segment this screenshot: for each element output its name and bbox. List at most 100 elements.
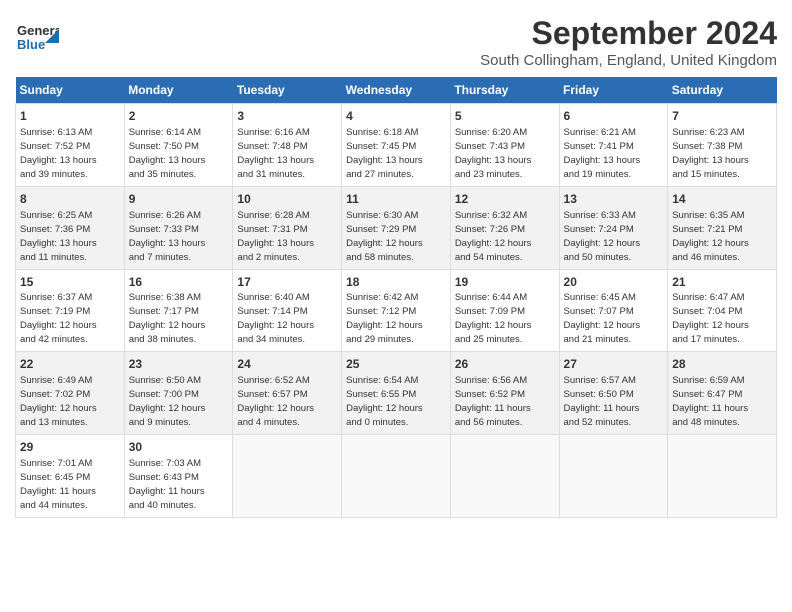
- table-row: 26Sunrise: 6:56 AM Sunset: 6:52 PM Dayli…: [450, 352, 559, 435]
- day-info: Sunrise: 6:30 AM Sunset: 7:29 PM Dayligh…: [346, 210, 423, 263]
- day-info: Sunrise: 6:37 AM Sunset: 7:19 PM Dayligh…: [20, 292, 97, 345]
- table-row: 1 Sunrise: 6:13 AM Sunset: 7:52 PM Daylig…: [16, 104, 125, 187]
- day-info: Sunrise: 6:42 AM Sunset: 7:12 PM Dayligh…: [346, 292, 423, 345]
- day-number: 6: [564, 108, 664, 125]
- day-header-monday: Monday: [124, 77, 233, 104]
- day-number: 11: [346, 191, 446, 208]
- calendar-table: SundayMondayTuesdayWednesdayThursdayFrid…: [15, 77, 777, 518]
- day-number: 8: [20, 191, 120, 208]
- title-area: September 2024 South Collingham, England…: [480, 15, 777, 69]
- table-row: 15Sunrise: 6:37 AM Sunset: 7:19 PM Dayli…: [16, 269, 125, 352]
- table-row: 20Sunrise: 6:45 AM Sunset: 7:07 PM Dayli…: [559, 269, 668, 352]
- logo: General Blue: [15, 15, 59, 59]
- day-info: Sunrise: 6:56 AM Sunset: 6:52 PM Dayligh…: [455, 375, 531, 428]
- day-number: 19: [455, 274, 555, 291]
- day-info: Sunrise: 6:26 AM Sunset: 7:33 PM Dayligh…: [129, 210, 206, 263]
- table-row: 21Sunrise: 6:47 AM Sunset: 7:04 PM Dayli…: [668, 269, 777, 352]
- day-info: Sunrise: 6:40 AM Sunset: 7:14 PM Dayligh…: [237, 292, 314, 345]
- table-row: 9 Sunrise: 6:26 AM Sunset: 7:33 PM Daylig…: [124, 186, 233, 269]
- table-row: 13 Sunrise: 6:33 AM Sunset: 7:24 PM Dayli…: [559, 186, 668, 269]
- table-row: 29 Sunrise: 7:01 AM Sunset: 6:45 PM Dayli…: [16, 435, 125, 518]
- day-number: 29: [20, 439, 120, 456]
- day-number: 12: [455, 191, 555, 208]
- day-info: Sunrise: 6:35 AM Sunset: 7:21 PM Dayligh…: [672, 210, 749, 263]
- day-info: Sunrise: 7:03 AM Sunset: 6:43 PM Dayligh…: [129, 458, 205, 511]
- table-row: [342, 435, 451, 518]
- day-header-tuesday: Tuesday: [233, 77, 342, 104]
- table-row: 4Sunrise: 6:18 AM Sunset: 7:45 PM Daylig…: [342, 104, 451, 187]
- day-number: 17: [237, 274, 337, 291]
- day-number: 18: [346, 274, 446, 291]
- table-row: 10 Sunrise: 6:28 AM Sunset: 7:31 PM Dayli…: [233, 186, 342, 269]
- day-number: 25: [346, 356, 446, 373]
- day-info: Sunrise: 6:49 AM Sunset: 7:02 PM Dayligh…: [20, 375, 97, 428]
- day-number: 2: [129, 108, 229, 125]
- day-info: Sunrise: 6:32 AM Sunset: 7:26 PM Dayligh…: [455, 210, 532, 263]
- day-number: 1: [20, 108, 120, 125]
- day-number: 13: [564, 191, 664, 208]
- table-row: 28 Sunrise: 6:59 AM Sunset: 6:47 PM Dayli…: [668, 352, 777, 435]
- day-header-wednesday: Wednesday: [342, 77, 451, 104]
- table-row: [233, 435, 342, 518]
- table-row: 8 Sunrise: 6:25 AM Sunset: 7:36 PM Daylig…: [16, 186, 125, 269]
- table-row: 12 Sunrise: 6:32 AM Sunset: 7:26 PM Dayli…: [450, 186, 559, 269]
- table-row: [559, 435, 668, 518]
- table-row: 18Sunrise: 6:42 AM Sunset: 7:12 PM Dayli…: [342, 269, 451, 352]
- table-row: 25Sunrise: 6:54 AM Sunset: 6:55 PM Dayli…: [342, 352, 451, 435]
- day-info: Sunrise: 6:33 AM Sunset: 7:24 PM Dayligh…: [564, 210, 641, 263]
- day-number: 7: [672, 108, 772, 125]
- table-row: [450, 435, 559, 518]
- day-info: Sunrise: 6:25 AM Sunset: 7:36 PM Dayligh…: [20, 210, 97, 263]
- day-info: Sunrise: 6:59 AM Sunset: 6:47 PM Dayligh…: [672, 375, 748, 428]
- logo-icon: General Blue: [15, 15, 59, 59]
- day-header-saturday: Saturday: [668, 77, 777, 104]
- day-info: Sunrise: 6:21 AM Sunset: 7:41 PM Dayligh…: [564, 127, 641, 180]
- day-header-friday: Friday: [559, 77, 668, 104]
- month-title: September 2024: [480, 15, 777, 52]
- day-info: Sunrise: 6:18 AM Sunset: 7:45 PM Dayligh…: [346, 127, 423, 180]
- day-number: 10: [237, 191, 337, 208]
- day-info: Sunrise: 6:44 AM Sunset: 7:09 PM Dayligh…: [455, 292, 532, 345]
- header: General Blue September 2024 South Collin…: [15, 15, 777, 69]
- day-header-thursday: Thursday: [450, 77, 559, 104]
- table-row: 16Sunrise: 6:38 AM Sunset: 7:17 PM Dayli…: [124, 269, 233, 352]
- days-header-row: SundayMondayTuesdayWednesdayThursdayFrid…: [16, 77, 777, 104]
- table-row: [668, 435, 777, 518]
- calendar-week-row: 15Sunrise: 6:37 AM Sunset: 7:19 PM Dayli…: [16, 269, 777, 352]
- table-row: 2Sunrise: 6:14 AM Sunset: 7:50 PM Daylig…: [124, 104, 233, 187]
- table-row: 6 Sunrise: 6:21 AM Sunset: 7:41 PM Daylig…: [559, 104, 668, 187]
- calendar-week-row: 29 Sunrise: 7:01 AM Sunset: 6:45 PM Dayli…: [16, 435, 777, 518]
- day-number: 24: [237, 356, 337, 373]
- day-number: 5: [455, 108, 555, 125]
- location-subtitle: South Collingham, England, United Kingdo…: [480, 52, 777, 69]
- day-number: 3: [237, 108, 337, 125]
- day-info: Sunrise: 6:50 AM Sunset: 7:00 PM Dayligh…: [129, 375, 206, 428]
- table-row: 17Sunrise: 6:40 AM Sunset: 7:14 PM Dayli…: [233, 269, 342, 352]
- day-number: 28: [672, 356, 772, 373]
- day-number: 22: [20, 356, 120, 373]
- calendar-week-row: 1 Sunrise: 6:13 AM Sunset: 7:52 PM Daylig…: [16, 104, 777, 187]
- calendar-week-row: 22 Sunrise: 6:49 AM Sunset: 7:02 PM Dayli…: [16, 352, 777, 435]
- day-info: Sunrise: 6:28 AM Sunset: 7:31 PM Dayligh…: [237, 210, 314, 263]
- table-row: 19Sunrise: 6:44 AM Sunset: 7:09 PM Dayli…: [450, 269, 559, 352]
- day-info: Sunrise: 6:13 AM Sunset: 7:52 PM Dayligh…: [20, 127, 97, 180]
- table-row: 3 Sunrise: 6:16 AM Sunset: 7:48 PM Daylig…: [233, 104, 342, 187]
- day-info: Sunrise: 6:23 AM Sunset: 7:38 PM Dayligh…: [672, 127, 749, 180]
- table-row: 24Sunrise: 6:52 AM Sunset: 6:57 PM Dayli…: [233, 352, 342, 435]
- day-number: 20: [564, 274, 664, 291]
- day-info: Sunrise: 7:01 AM Sunset: 6:45 PM Dayligh…: [20, 458, 96, 511]
- day-number: 23: [129, 356, 229, 373]
- table-row: 5 Sunrise: 6:20 AM Sunset: 7:43 PM Daylig…: [450, 104, 559, 187]
- day-info: Sunrise: 6:20 AM Sunset: 7:43 PM Dayligh…: [455, 127, 532, 180]
- day-number: 14: [672, 191, 772, 208]
- svg-text:Blue: Blue: [17, 37, 45, 52]
- table-row: 27Sunrise: 6:57 AM Sunset: 6:50 PM Dayli…: [559, 352, 668, 435]
- day-number: 21: [672, 274, 772, 291]
- table-row: 30 Sunrise: 7:03 AM Sunset: 6:43 PM Dayli…: [124, 435, 233, 518]
- day-info: Sunrise: 6:45 AM Sunset: 7:07 PM Dayligh…: [564, 292, 641, 345]
- day-number: 9: [129, 191, 229, 208]
- day-number: 16: [129, 274, 229, 291]
- day-info: Sunrise: 6:16 AM Sunset: 7:48 PM Dayligh…: [237, 127, 314, 180]
- day-number: 30: [129, 439, 229, 456]
- calendar-week-row: 8 Sunrise: 6:25 AM Sunset: 7:36 PM Daylig…: [16, 186, 777, 269]
